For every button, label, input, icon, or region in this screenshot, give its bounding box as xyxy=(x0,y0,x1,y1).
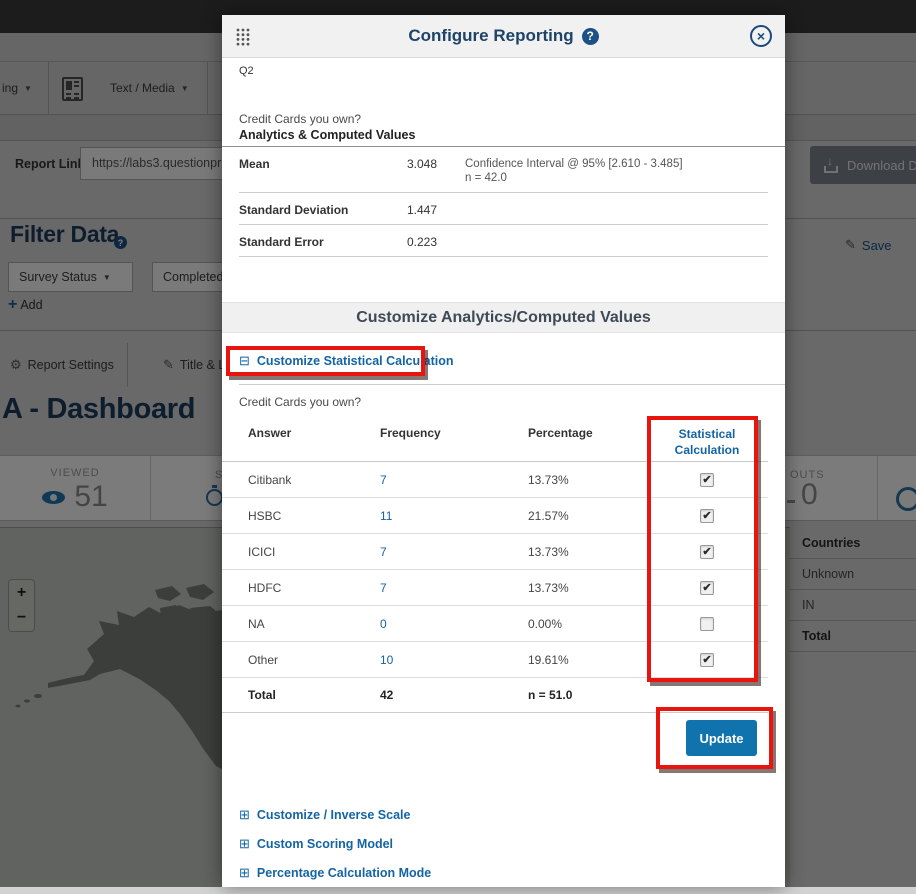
collapsed-section-link[interactable]: Custom Scoring Model xyxy=(239,836,431,852)
configure-reporting-modal: Configure Reporting ? × Q2 Credit Cards … xyxy=(222,15,785,887)
analytics-note: n = 42.0 xyxy=(465,171,768,185)
column-header: Frequency xyxy=(380,426,528,461)
percentage-cell: 13.73% xyxy=(528,545,647,559)
checkbox-cell xyxy=(647,509,767,523)
analytics-heading: Analytics & Computed Values xyxy=(239,128,415,142)
statistical-calculation-checkbox[interactable] xyxy=(700,509,714,523)
column-header: Answer xyxy=(248,426,380,461)
divider xyxy=(239,384,785,385)
frequency-link[interactable]: 10 xyxy=(380,653,528,667)
frequency-table: AnswerFrequencyPercentageStatistical Cal… xyxy=(222,420,768,713)
analytics-row-label: Mean xyxy=(239,157,407,185)
analytics-row-value: 1.447 xyxy=(407,203,465,217)
frequency-table-header: AnswerFrequencyPercentageStatistical Cal… xyxy=(222,420,768,462)
close-icon[interactable]: × xyxy=(750,25,772,47)
answer-cell: NA xyxy=(248,617,380,631)
total-n-value: n = 51.0 xyxy=(528,688,647,702)
analytics-table: Mean3.048Confidence Interval @ 95% [2.61… xyxy=(239,147,768,257)
answer-cell: HSBC xyxy=(248,509,380,523)
answer-cell: Other xyxy=(248,653,380,667)
frequency-question-text: Credit Cards you own? xyxy=(239,395,361,409)
analytics-row: Standard Error0.223 xyxy=(239,225,768,257)
expand-icon[interactable] xyxy=(239,865,250,881)
frequency-link[interactable]: 0 xyxy=(380,617,528,631)
table-row: HSBC1121.57% xyxy=(222,498,768,534)
expand-icon[interactable] xyxy=(239,807,250,823)
update-button[interactable]: Update xyxy=(686,720,757,756)
statistical-calculation-checkbox[interactable] xyxy=(700,653,714,667)
customize-section-heading: Customize Analytics/Computed Values xyxy=(222,302,785,333)
collapsed-section-label: Percentage Calculation Mode xyxy=(257,866,431,880)
analytics-row-notes xyxy=(465,235,768,249)
analytics-row: Standard Deviation1.447 xyxy=(239,193,768,225)
statistical-calculation-checkbox[interactable] xyxy=(700,473,714,487)
collapsed-section-link[interactable]: Percentage Calculation Mode xyxy=(239,865,431,881)
table-row: Citibank713.73% xyxy=(222,462,768,498)
answer-cell: HDFC xyxy=(248,581,380,595)
table-row: Other1019.61% xyxy=(222,642,768,678)
total-frequency: 42 xyxy=(380,688,528,702)
total-label: Total xyxy=(248,688,380,702)
help-icon[interactable]: ? xyxy=(582,28,599,45)
table-total-row: Total42n = 51.0 xyxy=(222,678,768,713)
customize-statistical-calculation-link[interactable]: Customize Statistical Calculation xyxy=(239,353,453,369)
analytics-row-value: 3.048 xyxy=(407,157,465,185)
column-header: Statistical Calculation xyxy=(647,426,767,461)
answer-cell: ICICI xyxy=(248,545,380,559)
statistical-calculation-checkbox[interactable] xyxy=(700,545,714,559)
table-row: NA00.00% xyxy=(222,606,768,642)
percentage-cell: 21.57% xyxy=(528,509,647,523)
percentage-cell: 13.73% xyxy=(528,473,647,487)
analytics-row-value: 0.223 xyxy=(407,235,465,249)
customize-statistical-calculation-label: Customize Statistical Calculation xyxy=(257,354,454,368)
statistical-calculation-checkbox[interactable] xyxy=(700,581,714,595)
collapsed-section-label: Customize / Inverse Scale xyxy=(257,808,411,822)
frequency-link[interactable]: 7 xyxy=(380,545,528,559)
table-row: HDFC713.73% xyxy=(222,570,768,606)
frequency-link[interactable]: 11 xyxy=(380,509,528,523)
modal-title: Configure Reporting xyxy=(408,26,573,46)
modal-header: Configure Reporting ? × xyxy=(222,15,785,58)
frequency-link[interactable]: 7 xyxy=(380,581,528,595)
checkbox-cell xyxy=(647,581,767,595)
question-code: Q2 xyxy=(239,65,254,77)
collapsed-section-link[interactable]: Customize / Inverse Scale xyxy=(239,807,431,823)
checkbox-cell xyxy=(647,653,767,667)
analytics-row-notes: Confidence Interval @ 95% [2.610 - 3.485… xyxy=(465,157,768,185)
checkbox-cell xyxy=(647,473,767,487)
analytics-row-notes xyxy=(465,203,768,217)
analytics-row: Mean3.048Confidence Interval @ 95% [2.61… xyxy=(239,147,768,193)
statistical-calculation-checkbox[interactable] xyxy=(700,617,714,631)
collapsed-sections: Customize / Inverse Scale Custom Scoring … xyxy=(239,807,431,894)
drag-handle-icon[interactable] xyxy=(236,28,250,46)
percentage-cell: 0.00% xyxy=(528,617,647,631)
collapse-icon[interactable] xyxy=(239,353,250,369)
analytics-note: Confidence Interval @ 95% [2.610 - 3.485… xyxy=(465,157,768,171)
column-header: Percentage xyxy=(528,426,647,461)
analytics-row-label: Standard Error xyxy=(239,235,407,249)
question-text: Credit Cards you own? xyxy=(239,112,361,126)
analytics-row-label: Standard Deviation xyxy=(239,203,407,217)
frequency-table-body: Citibank713.73%HSBC1121.57%ICICI713.73%H… xyxy=(222,462,768,713)
expand-icon[interactable] xyxy=(239,836,250,852)
percentage-cell: 13.73% xyxy=(528,581,647,595)
frequency-link[interactable]: 7 xyxy=(380,473,528,487)
table-row: ICICI713.73% xyxy=(222,534,768,570)
percentage-cell: 19.61% xyxy=(528,653,647,667)
checkbox-cell xyxy=(647,545,767,559)
checkbox-cell xyxy=(647,617,767,631)
collapsed-section-label: Custom Scoring Model xyxy=(257,837,393,851)
answer-cell: Citibank xyxy=(248,473,380,487)
